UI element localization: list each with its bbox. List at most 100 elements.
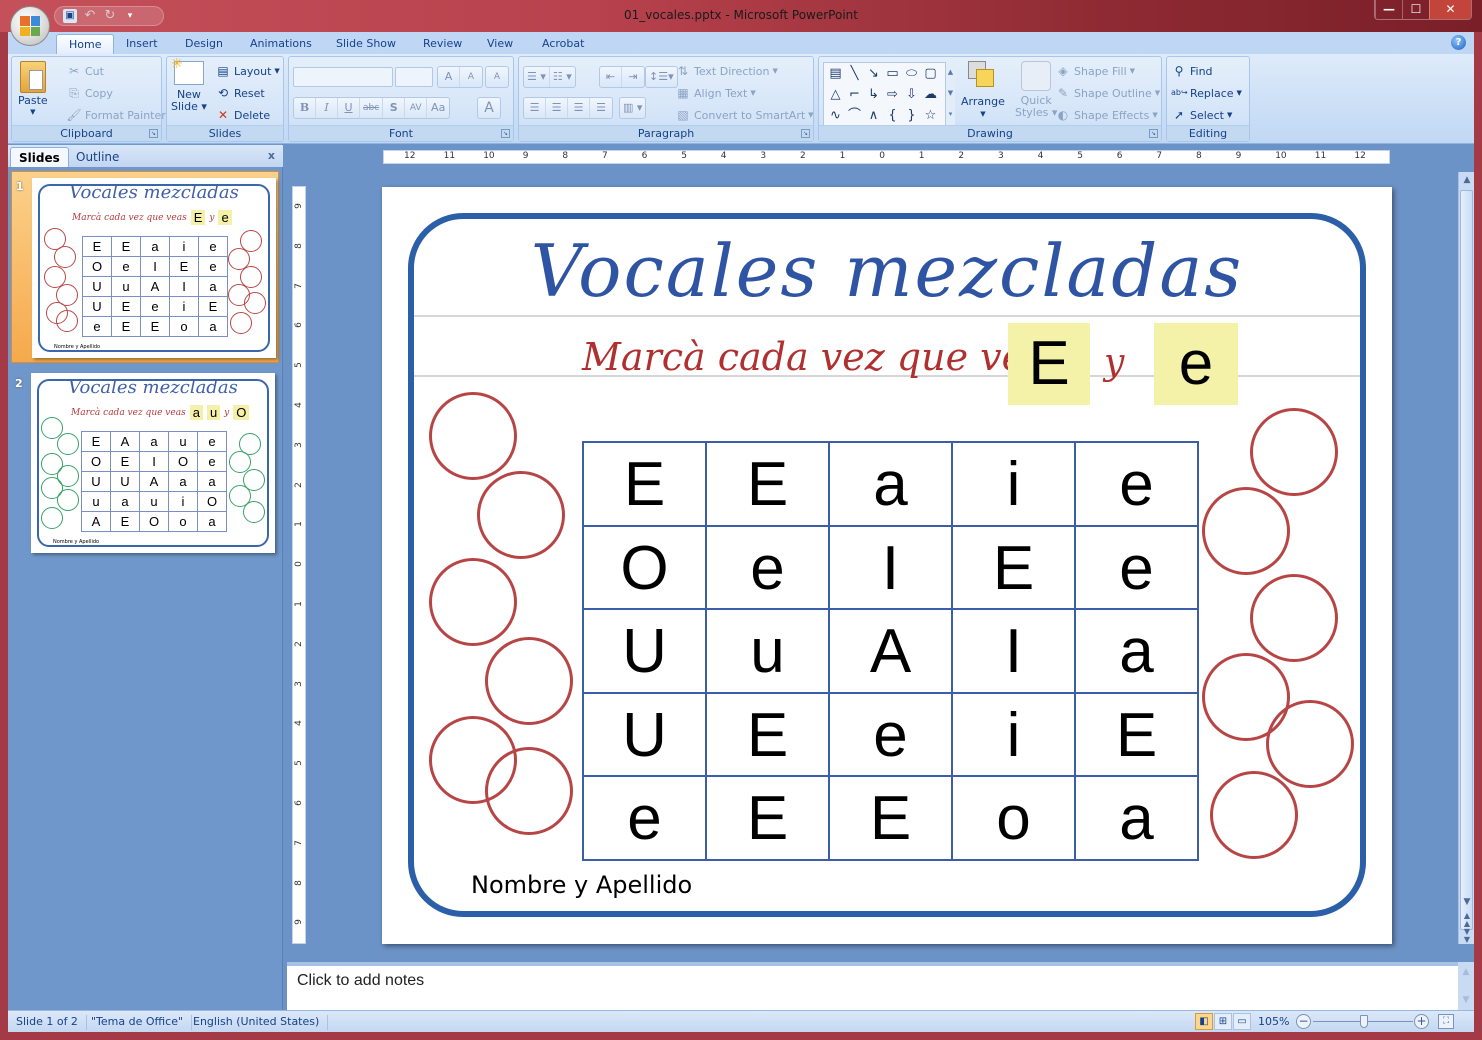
shape-gallery-item[interactable]: { [883,105,902,126]
zoom-level[interactable]: 105% [1258,1015,1289,1028]
marker-circle[interactable] [1250,408,1338,496]
marker-circle[interactable] [1202,487,1290,575]
grid-cell[interactable]: E [830,777,953,861]
tab-home[interactable]: Home [56,34,115,54]
shape-gallery-item[interactable]: ⇨ [883,84,902,105]
tab-animations[interactable]: Animations [238,34,324,54]
reset-button[interactable]: ⟲ Reset [215,85,265,101]
notes-scroll-up-icon[interactable]: ▲ [1458,964,1474,980]
target-letter-2[interactable]: e [1154,323,1238,405]
line-spacing-icon[interactable]: ↕☰▾ [646,67,677,87]
slide-sorter-icon[interactable]: ⊞ [1214,1013,1232,1030]
shape-gallery-item[interactable]: ⌒ [845,105,864,126]
convert-smartart-button[interactable]: ▧ Convert to SmartArt ▼ [675,107,813,123]
grid-cell[interactable]: e [707,526,830,610]
shape-gallery-item[interactable]: △ [826,84,845,105]
paste-button[interactable]: Paste ▼ [18,61,48,116]
shape-gallery-item[interactable]: ⇩ [902,84,921,105]
grid-cell[interactable]: e [1076,443,1199,527]
layout-button[interactable]: ▤ Layout ▼ [215,63,279,79]
notes-placeholder[interactable]: Click to add notes [297,972,424,990]
italic-button[interactable]: I [316,98,338,118]
quick-styles-button[interactable]: Quick Styles ▾ [1015,61,1057,119]
marker-circle[interactable] [429,558,517,646]
shape-gallery-item[interactable]: ╲ [845,63,864,84]
target-letter-1[interactable]: E [1008,323,1090,405]
clipboard-launcher-icon[interactable]: ↘ [149,129,158,138]
font-name-combo[interactable] [293,67,393,87]
next-slide-icon[interactable]: ▼ ▼ [1459,928,1475,944]
decrease-indent-icon[interactable]: ⇤ [600,67,622,87]
align-right-icon[interactable]: ☰ [568,98,590,118]
justify-icon[interactable]: ☰ [590,98,612,118]
normal-view-icon[interactable]: ◧ [1195,1013,1213,1030]
grid-cell[interactable]: e [584,777,707,861]
align-left-icon[interactable]: ☰ [524,98,546,118]
shape-gallery-item[interactable]: ⬭ [902,63,921,84]
scroll-thumb[interactable] [1460,190,1473,930]
shadow-button[interactable]: S [383,98,406,118]
shape-gallery-item[interactable]: ▤ [826,63,845,84]
grid-cell[interactable]: a [830,443,953,527]
save-icon[interactable]: ▣ [63,9,77,23]
grid-cell[interactable]: E [707,693,830,777]
tab-slides[interactable]: Slides [10,147,69,167]
notes-scroll-down-icon[interactable]: ▼ [1458,992,1474,1008]
font-launcher-icon[interactable]: ↘ [501,129,510,138]
grid-cell[interactable]: U [584,693,707,777]
grid-cell[interactable]: U [584,610,707,694]
tab-slide-show[interactable]: Slide Show [324,34,408,54]
new-slide-button[interactable]: ✳ New Slide ▾ [171,57,207,113]
grid-cell[interactable]: E [953,526,1076,610]
grid-cell[interactable]: E [707,443,830,527]
copy-button[interactable]: ⎘ Copy [66,85,113,101]
replace-button[interactable]: ab↪ Replace ▼ [1171,85,1242,101]
font-size-combo[interactable] [395,67,433,87]
slide-scrollbar[interactable]: ▲ ▼ ▲ ▲ ▼ ▼ [1458,172,1474,944]
shape-gallery-item[interactable]: ↘ [864,63,883,84]
grid-cell[interactable]: e [1076,526,1199,610]
maximize-button[interactable]: ☐ [1402,0,1429,19]
close-button[interactable]: ✕ [1429,0,1471,19]
grid-cell[interactable]: I [953,610,1076,694]
scroll-up-icon[interactable]: ▲ [1459,172,1475,188]
close-pane-icon[interactable]: x [268,149,275,162]
align-center-icon[interactable]: ☰ [546,98,568,118]
format-painter-button[interactable]: 🖌 Format Painter [66,107,165,123]
tab-design[interactable]: Design [173,34,235,54]
tab-review[interactable]: Review [411,34,474,54]
shapes-scroll[interactable]: ▲ ▼ ▾ [945,62,955,126]
name-label[interactable]: Nombre y Apellido [471,871,692,899]
marker-circle[interactable] [485,747,573,835]
shrink-font-button[interactable]: A [460,67,482,87]
marker-circle[interactable] [1210,771,1298,859]
character-spacing-button[interactable]: AV [405,98,428,118]
change-case-button[interactable]: Aa [427,98,449,118]
shape-gallery-item[interactable]: ▢ [921,63,940,84]
scroll-down-icon[interactable]: ▼ [1459,894,1475,910]
tab-view[interactable]: View [475,34,525,54]
numbering-icon[interactable]: ☷ ▾ [550,67,575,87]
grow-font-button[interactable]: A [438,67,460,87]
increase-indent-icon[interactable]: ⇥ [622,67,644,87]
grid-cell[interactable]: i [953,443,1076,527]
find-button[interactable]: ⚲ Find [1171,63,1213,79]
zoom-out-icon[interactable]: − [1296,1014,1311,1029]
help-icon[interactable]: ? [1451,35,1466,50]
arrange-button[interactable]: Arrange ▼ [961,61,1005,118]
shape-gallery-item[interactable]: ☁ [921,84,940,105]
redo-icon[interactable]: ↻ [103,9,117,23]
text-direction-button[interactable]: ⇅ Text Direction ▼ [675,63,778,79]
grid-cell[interactable]: o [953,777,1076,861]
grid-cell[interactable]: u [707,610,830,694]
grid-cell[interactable]: E [1076,693,1199,777]
shape-effects-button[interactable]: ◐ Shape Effects ▼ [1055,107,1158,123]
grid-cell[interactable]: E [707,777,830,861]
shape-gallery-item[interactable]: ▭ [883,63,902,84]
clear-formatting-button[interactable]: A [486,67,508,87]
shape-gallery-item[interactable]: ∧ [864,105,883,126]
grid-cell[interactable]: i [953,693,1076,777]
grid-cell[interactable]: I [830,526,953,610]
notes-scrollbar[interactable]: ▲ ▼ [1458,962,1474,1010]
minimize-button[interactable]: — [1375,0,1402,19]
